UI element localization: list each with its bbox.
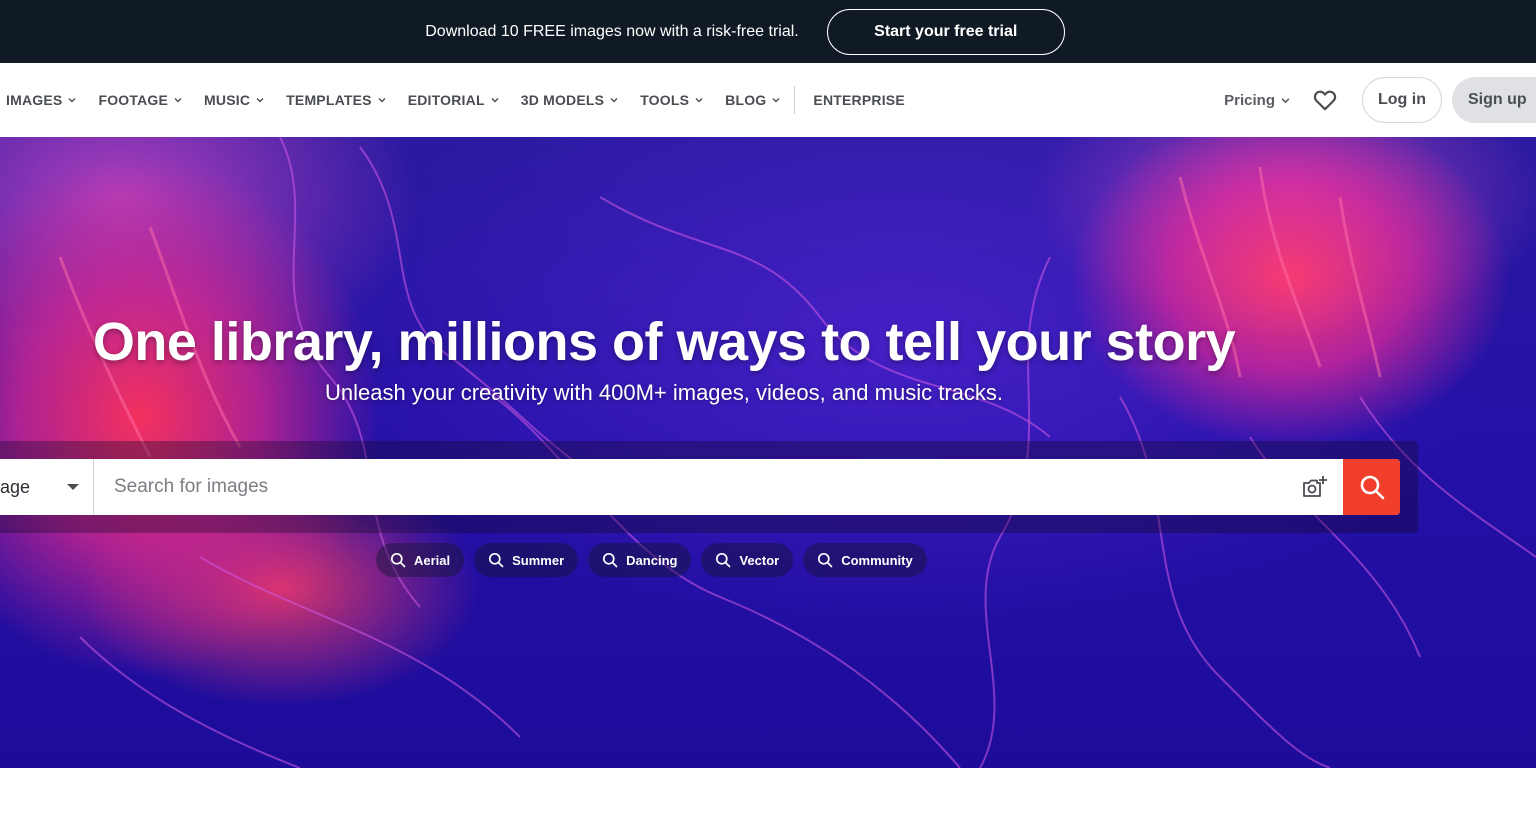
start-free-trial-button[interactable]: Start your free trial — [826, 8, 1065, 55]
chevron-down-icon — [491, 98, 499, 103]
chevron-down-icon — [772, 98, 780, 103]
chip-aerial[interactable]: Aerial — [376, 543, 465, 577]
nav-item-images[interactable]: IMAGES — [6, 92, 76, 108]
chip-community[interactable]: Community — [803, 543, 927, 577]
camera-plus-icon — [1303, 476, 1327, 497]
search-bar: age — [0, 459, 1400, 515]
nav-item-tools[interactable]: TOOLS — [640, 92, 703, 108]
search-input[interactable] — [94, 459, 1287, 515]
nav-item-templates[interactable]: TEMPLATES — [286, 92, 386, 108]
search-icon — [818, 552, 833, 568]
promo-bar: Download 10 FREE images now with a risk-… — [0, 0, 1536, 63]
search-icon — [1360, 475, 1384, 500]
media-type-value: age — [0, 476, 31, 497]
suggested-searches: Aerial Summer Dancing Vector Community — [376, 543, 937, 577]
chip-vector[interactable]: Vector — [701, 543, 794, 577]
search-icon — [390, 552, 406, 568]
hero-banner: One library, millions of ways to tell yo… — [0, 137, 1536, 768]
nav-item-footage[interactable]: FOOTAGE — [98, 92, 182, 108]
main-nav: IMAGES FOOTAGE MUSIC TEMPLATES EDITORIAL… — [0, 63, 1536, 137]
caret-down-icon — [67, 484, 79, 490]
media-type-select[interactable]: age — [0, 459, 94, 515]
sign-up-button[interactable]: Sign up — [1452, 77, 1536, 123]
chevron-down-icon — [256, 98, 264, 103]
heart-icon[interactable] — [1312, 87, 1338, 113]
chevron-down-icon — [378, 98, 386, 103]
chevron-down-icon — [695, 98, 703, 103]
nav-divider — [794, 86, 796, 114]
search-icon — [489, 552, 504, 568]
search-icon — [716, 552, 731, 568]
log-in-button[interactable]: Log in — [1362, 77, 1442, 123]
pricing-menu[interactable]: Pricing — [1224, 92, 1290, 109]
nav-item-music[interactable]: MUSIC — [204, 92, 264, 108]
nav-item-editorial[interactable]: EDITORIAL — [408, 92, 499, 108]
chip-summer[interactable]: Summer — [474, 543, 579, 577]
hero-title: One library, millions of ways to tell yo… — [92, 312, 1236, 372]
chevron-down-icon — [1281, 97, 1290, 103]
nav-account-area: Pricing Log in Sign up — [1224, 63, 1536, 137]
chip-dancing[interactable]: Dancing — [588, 543, 692, 577]
nav-item-enterprise[interactable]: ENTERPRISE — [813, 92, 904, 108]
search-icon — [603, 552, 618, 568]
promo-text: Download 10 FREE images now with a risk-… — [425, 22, 799, 40]
search-submit-button[interactable] — [1343, 459, 1400, 515]
chevron-down-icon — [174, 98, 182, 103]
search-by-image-button[interactable] — [1287, 459, 1343, 515]
nav-item-3d-models[interactable]: 3D MODELS — [521, 92, 618, 108]
hero-subtitle: Unleash your creativity with 400M+ image… — [324, 380, 1003, 405]
nav-item-blog[interactable]: BLOG — [725, 92, 780, 108]
chevron-down-icon — [68, 98, 76, 103]
chevron-down-icon — [610, 98, 618, 103]
